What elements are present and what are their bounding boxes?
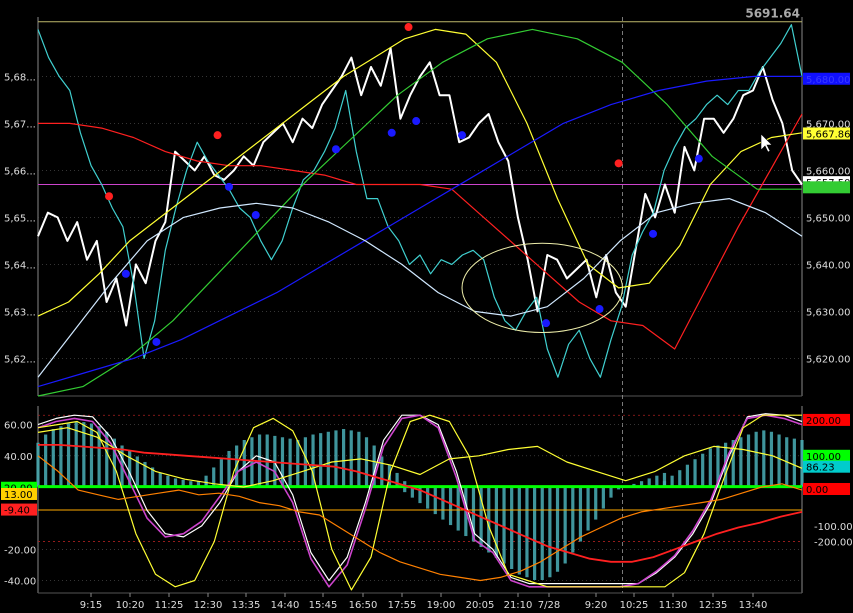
right-tick-label: 5,660.00 — [806, 166, 851, 177]
signal-marker — [542, 319, 551, 328]
x-tick-label: 13:35 — [232, 600, 261, 611]
x-tick-label: 12:30 — [194, 600, 223, 611]
value-label: 200.00 — [806, 416, 841, 427]
x-tick-label: 12:35 — [699, 600, 728, 611]
signal-marker — [412, 117, 421, 126]
signal-marker — [213, 131, 222, 140]
signal-marker — [694, 154, 703, 163]
x-tick-label: 11:30 — [659, 600, 688, 611]
right-tick-label: 5,650.00 — [806, 213, 851, 224]
left-tick-label: 5,65... — [4, 213, 36, 224]
left-tick-label: -40.00 — [4, 577, 36, 588]
signal-marker — [105, 192, 114, 201]
value-label: 5,667.86 — [806, 129, 851, 140]
signal-marker — [649, 229, 658, 238]
x-tick-label: 10:25 — [620, 600, 649, 611]
signal-marker — [404, 23, 413, 32]
signal-marker — [225, 182, 233, 191]
x-tick-label: 19:00 — [427, 600, 456, 611]
signal-marker — [387, 128, 396, 137]
x-tick-label: 17:55 — [388, 600, 417, 611]
signal-marker — [251, 211, 260, 220]
value-label: 0.00 — [806, 485, 828, 496]
left-tick-label: 5,67... — [4, 119, 36, 130]
value-label: 13.00 — [4, 490, 33, 501]
right-tick-label: 5,640.00 — [806, 260, 851, 271]
last-high-label: 5691.64 — [745, 7, 800, 21]
x-tick-label: 9:15 — [80, 600, 102, 611]
left-tick-label: 5,63... — [4, 307, 36, 318]
signal-marker — [614, 159, 623, 168]
chart-background — [0, 0, 853, 613]
x-tick-label: 15:45 — [309, 600, 338, 611]
x-tick-label: 21:10 — [504, 600, 533, 611]
x-tick-label: 14:40 — [271, 600, 300, 611]
right-tick-label: -200.00 — [814, 538, 853, 549]
right-tick-label: 5,620.00 — [806, 354, 851, 365]
signal-marker — [595, 305, 604, 314]
left-tick-label: 40.00 — [4, 452, 33, 463]
x-tick-label: 7/28 — [538, 600, 560, 611]
left-tick-label: -20.00 — [4, 545, 36, 556]
signal-marker — [121, 269, 130, 278]
left-tick-label: 5,62... — [4, 354, 36, 365]
x-tick-label: 9:20 — [585, 600, 607, 611]
value-label-box — [803, 181, 850, 194]
signal-marker — [331, 145, 340, 154]
value-label: 5,680.00 — [806, 75, 851, 86]
signal-marker — [152, 337, 161, 346]
value-label: -9.40 — [4, 506, 30, 517]
left-tick-label: 5,68... — [4, 72, 36, 83]
value-label: 86.23 — [806, 463, 835, 474]
x-tick-label: 11:25 — [155, 600, 184, 611]
chart-canvas[interactable]: 5,68... 5,67... 5,66... 5,65... 5,64... 5,63.… — [0, 0, 853, 613]
x-tick-label: 10:20 — [116, 600, 145, 611]
x-tick-label: 16:50 — [349, 600, 378, 611]
x-tick-label: 13:40 — [739, 600, 768, 611]
left-tick-label: 5,64... — [4, 260, 36, 271]
x-tick-label: 20:05 — [466, 600, 495, 611]
left-tick-label: 5,66... — [4, 166, 36, 177]
left-tick-label: 60.00 — [4, 421, 33, 432]
right-tick-label: 5,630.00 — [806, 307, 851, 318]
signal-marker — [458, 131, 467, 140]
right-tick-label: -100.00 — [814, 522, 853, 533]
